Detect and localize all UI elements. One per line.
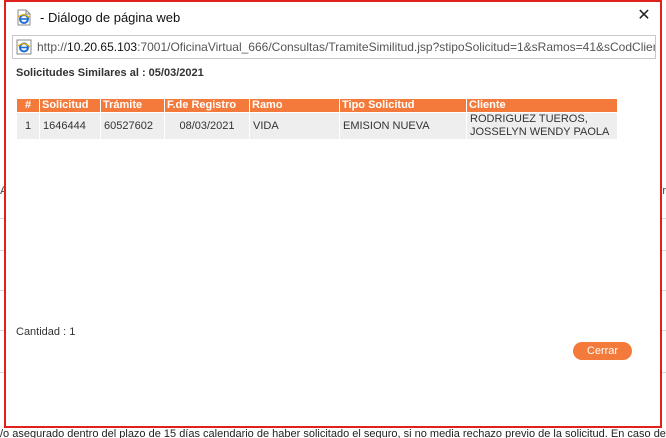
cell-ramo: VIDA [250, 113, 339, 139]
close-icon[interactable]: ✕ [634, 6, 654, 26]
web-page-dialog: - Diálogo de página web ✕ http://10.20.6… [4, 0, 662, 428]
dialog-content: Solicitudes Similares al : 05/03/2021 # … [6, 60, 660, 426]
header-ramo: Ramo [250, 99, 339, 112]
cliente-line: RODRIGUEZ TUEROS, [470, 113, 588, 125]
url-path: :7001/OficinaVirtual_666/Consultas/Trami… [137, 40, 656, 54]
results-table: # Solicitud Trámite F.de Registro Ramo T… [16, 98, 618, 140]
result-count: Cantidad : 1 [16, 326, 76, 338]
ie-page-icon [17, 9, 31, 26]
cell-tramite: 60527602 [101, 113, 164, 139]
dialog-titlebar[interactable]: - Diálogo de página web ✕ [6, 2, 660, 32]
header-tramite: Trámite [101, 99, 164, 112]
cell-num: 1 [17, 113, 39, 139]
cell-fecha: 08/03/2021 [165, 113, 249, 139]
header-cliente: Cliente [467, 99, 617, 112]
header-tipo: Tipo Solicitud [340, 99, 466, 112]
table-header-row: # Solicitud Trámite F.de Registro Ramo T… [17, 99, 617, 112]
background-text-bottom: /o asegurado dentro del plazo de 15 días… [0, 428, 666, 438]
header-solicitud: Solicitud [40, 99, 100, 112]
ie-page-icon [16, 39, 32, 55]
cell-cliente: RODRIGUEZ TUEROS, JOSSELYN WENDY PAOLA [467, 113, 617, 139]
cliente-line: JOSSELYN WENDY PAOLA [470, 126, 610, 138]
page-title: Solicitudes Similares al : 05/03/2021 [16, 67, 204, 79]
background-text-right: r [662, 185, 666, 197]
address-url: http://10.20.65.103:7001/OficinaVirtual_… [37, 40, 656, 55]
cell-solicitud: 1646444 [40, 113, 100, 139]
address-bar[interactable]: http://10.20.65.103:7001/OficinaVirtual_… [12, 35, 656, 59]
header-fecha: F.de Registro [165, 99, 249, 112]
url-host: 10.20.65.103 [67, 40, 138, 54]
dialog-title: - Diálogo de página web [40, 10, 181, 25]
url-prefix: http:// [37, 40, 68, 54]
table-row[interactable]: 1 1646444 60527602 08/03/2021 VIDA EMISI… [17, 113, 617, 139]
close-button[interactable]: Cerrar [573, 342, 632, 360]
cell-tipo: EMISION NUEVA [340, 113, 466, 139]
header-num: # [17, 99, 39, 112]
